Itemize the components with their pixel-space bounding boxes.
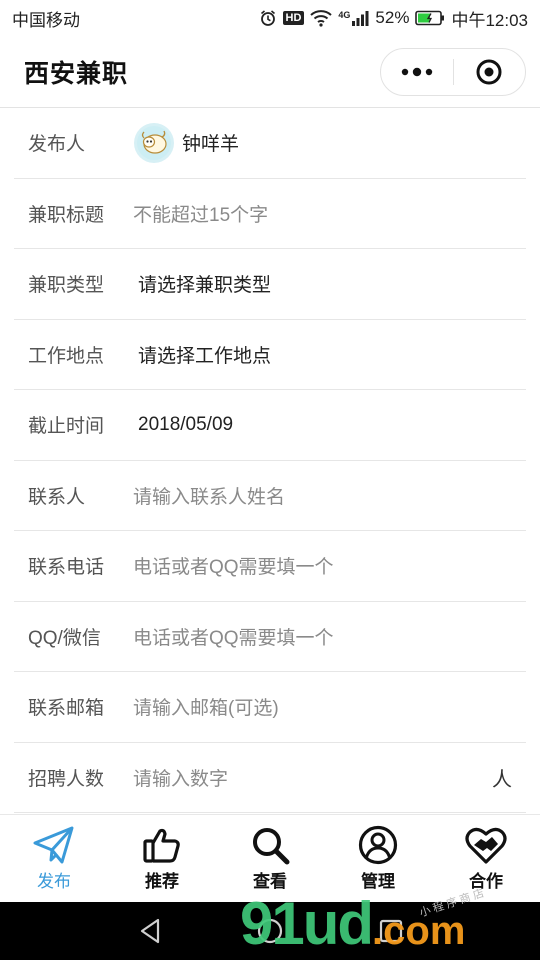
avatar xyxy=(134,122,174,163)
paper-plane-icon xyxy=(33,826,74,864)
back-triangle-icon xyxy=(140,918,160,944)
sheep-avatar-icon xyxy=(137,125,171,160)
contact-label: 联系人 xyxy=(28,486,86,508)
thumbs-up-icon xyxy=(143,828,180,863)
miniprogram-capsule xyxy=(380,48,526,96)
location-label: 工作地点 xyxy=(28,345,105,367)
publisher-label: 发布人 xyxy=(28,134,86,156)
title-input[interactable]: 不能超过15个字 xyxy=(120,200,268,227)
hd-text: HD xyxy=(282,11,305,25)
headcount-row[interactable]: 招聘人数 请输入数字 人 xyxy=(14,743,526,813)
publisher-row: 发布人 钟咩羊 xyxy=(14,108,526,179)
hd-icon: HD xyxy=(282,11,305,25)
qq-wechat-input[interactable]: 电话或者QQ需要填一个 xyxy=(120,623,334,650)
wifi-icon xyxy=(310,9,333,27)
deadline-row[interactable]: 截止时间 2018/05/09 xyxy=(14,390,526,461)
publisher-name: 钟咩羊 xyxy=(182,134,240,156)
carrier-label: 中国移动 xyxy=(12,10,80,30)
job-type-row[interactable]: 兼职类型 请选择兼职类型 xyxy=(14,249,526,320)
qq-wechat-row[interactable]: QQ/微信 电话或者QQ需要填一个 xyxy=(14,602,526,672)
battery-icon xyxy=(415,10,445,26)
title-row[interactable]: 兼职标题 不能超过15个字 xyxy=(14,179,526,249)
deadline-picker[interactable]: 2018/05/09 xyxy=(120,414,233,436)
more-dots-icon xyxy=(401,67,432,77)
watermark-main: 91ud xyxy=(240,890,374,957)
back-button[interactable] xyxy=(138,917,162,950)
phone-row[interactable]: 联系电话 电话或者QQ需要填一个 xyxy=(14,531,526,602)
battery-percent: 52% xyxy=(375,8,410,27)
status-icons: HD 4G 52% 中午12:03 xyxy=(259,6,528,31)
job-type-picker[interactable]: 请选择兼职类型 xyxy=(120,270,271,297)
publisher-info: 钟咩羊 xyxy=(120,122,240,163)
tab-label: 发布 xyxy=(37,872,71,891)
page-title: 西安兼职 xyxy=(24,59,129,88)
phone-input[interactable]: 电话或者QQ需要填一个 xyxy=(120,552,334,579)
title-label: 兼职标题 xyxy=(28,204,105,226)
job-type-label: 兼职类型 xyxy=(28,275,105,297)
close-miniprogram-button[interactable] xyxy=(454,48,526,96)
headcount-label: 招聘人数 xyxy=(28,768,105,790)
watermark: 91ud .com 小程序商店 xyxy=(240,884,488,960)
location-picker[interactable]: 请选择工作地点 xyxy=(120,341,271,368)
email-label: 联系邮箱 xyxy=(28,698,105,720)
user-circle-icon xyxy=(358,825,398,865)
tab-label: 推荐 xyxy=(145,872,179,891)
cellular-signal-icon: 4G xyxy=(338,10,369,26)
network-type: 4G xyxy=(338,10,351,20)
target-close-icon xyxy=(476,59,502,85)
phone-label: 联系电话 xyxy=(28,557,105,579)
nav-bar: 西安兼职 xyxy=(0,36,540,108)
more-button[interactable] xyxy=(381,48,453,96)
contact-input[interactable]: 请输入联系人姓名 xyxy=(120,482,285,509)
qq-wechat-label: QQ/微信 xyxy=(28,627,101,649)
status-bar: 中国移动 HD 4G 52% 中午12:03 xyxy=(0,0,540,36)
clock: 中午12:03 xyxy=(451,10,528,30)
search-icon xyxy=(253,828,290,865)
headcount-input[interactable]: 请输入数字 xyxy=(120,764,228,791)
deadline-label: 截止时间 xyxy=(28,416,105,438)
tab-publish[interactable]: 发布 xyxy=(0,815,108,902)
alarm-icon xyxy=(259,9,277,27)
handshake-heart-icon xyxy=(465,827,507,864)
email-row[interactable]: 联系邮箱 请输入邮箱(可选) xyxy=(14,672,526,743)
contact-row[interactable]: 联系人 请输入联系人姓名 xyxy=(14,461,526,531)
location-row[interactable]: 工作地点 请选择工作地点 xyxy=(14,320,526,390)
job-post-form: 发布人 钟咩羊 兼职标题 不能超过15个字 兼职类型 请选择兼职类型 工作地点 … xyxy=(14,108,526,813)
headcount-unit: 人 xyxy=(492,768,512,791)
email-input[interactable]: 请输入邮箱(可选) xyxy=(120,693,279,720)
tab-recommend[interactable]: 推荐 xyxy=(108,815,216,902)
